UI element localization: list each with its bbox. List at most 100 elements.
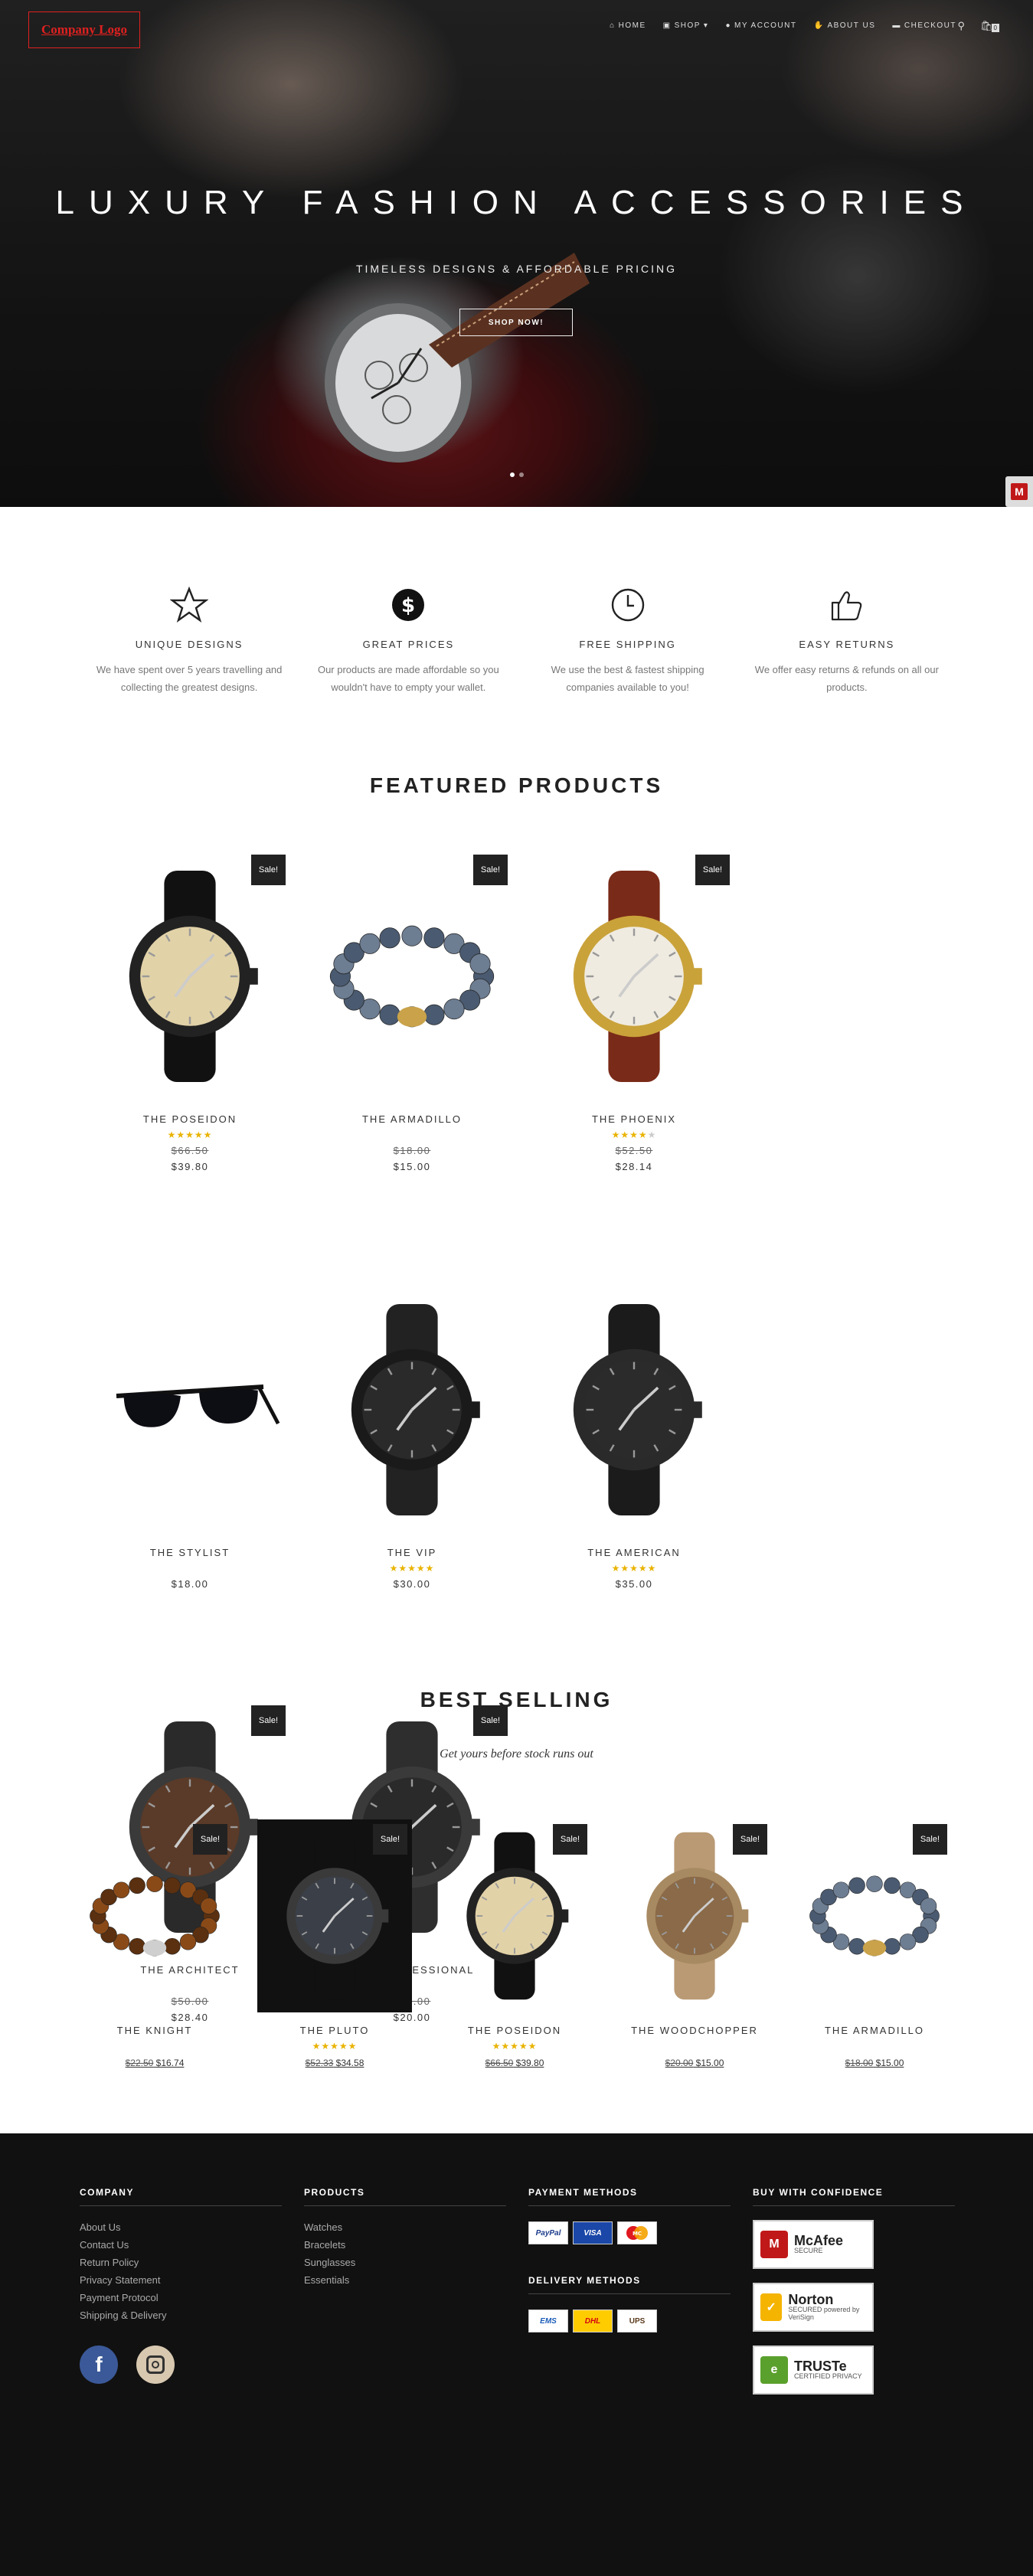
product-card[interactable]: Sale! THE WOODCHOPPER $20.00 $15.00 [617, 1819, 772, 2068]
trust-badges: M McAfee SECURE ✓ Norton SECURED powered by V… [753, 2220, 955, 2395]
nav-checkout[interactable]: ▬ CHECKOUT [892, 21, 956, 30]
product-image-wrap[interactable] [90, 1283, 290, 1536]
product-name[interactable]: THE POSEIDON [79, 1113, 301, 1125]
company-logo[interactable]: Company Logo [28, 11, 140, 48]
product-card[interactable]: Sale! THE POSEIDON ★★★★★ $66.50 $39.80 [79, 850, 301, 1172]
trust-badge-subtitle: SECURED powered by VeriSign [788, 2306, 860, 2321]
trust-badge[interactable]: ✓ Norton SECURED powered by VeriSign [753, 2283, 874, 2332]
star-icon: ★ [425, 1563, 435, 1574]
sale-badge: Sale! [912, 1824, 947, 1855]
best-selling-title: BEST SELLING [420, 1688, 613, 1711]
footer-link[interactable]: Payment Protocol [80, 2289, 282, 2306]
product-price: $30.00 [393, 1578, 431, 1590]
home-icon: ⌂ [610, 21, 616, 30]
product-image-wrap[interactable]: Sale! [617, 1819, 772, 2012]
rating-stars [301, 1129, 523, 1140]
product-name[interactable]: THE POSEIDON [437, 2025, 592, 2036]
product-old-price: $66.50 [171, 1145, 209, 1156]
mcafee-floating-tab[interactable]: M [1005, 476, 1033, 507]
product-image-wrap[interactable] [534, 1283, 734, 1536]
product-name[interactable]: THE WOODCHOPPER [617, 2025, 772, 2036]
star-icon: ★ [389, 1563, 399, 1574]
footer-link[interactable]: Privacy Statement [80, 2271, 282, 2289]
product-image-wrap[interactable]: Sale! [534, 850, 734, 1103]
product-name[interactable]: THE VIP [301, 1547, 523, 1558]
visa-logo: VISA [573, 2221, 613, 2244]
footer-link[interactable]: Contact Us [80, 2236, 282, 2254]
footer-link[interactable]: Watches [304, 2218, 506, 2236]
footer-link[interactable]: Sunglasses [304, 2254, 506, 2271]
product-card[interactable]: THE AMERICAN ★★★★★ $35.00 [523, 1283, 745, 1701]
thumb-icon: ✋ [813, 21, 825, 30]
star-icon: ★ [492, 2041, 502, 2051]
product-image-wrap[interactable]: Sale! [312, 850, 512, 1103]
product-card[interactable]: Sale! THE KNIGHT $22.50 $16.74 [77, 1819, 232, 2068]
facebook-icon[interactable]: f [80, 2346, 118, 2384]
product-price-line: $22.50 $16.74 [77, 2058, 232, 2068]
product-image-wrap[interactable]: Sale! [797, 1819, 952, 2012]
svg-text:$: $ [401, 594, 415, 617]
nav-my-account[interactable]: ● MY ACCOUNT [725, 21, 796, 30]
product-name[interactable]: THE PHOENIX [523, 1113, 745, 1125]
footer-link[interactable]: Essentials [304, 2271, 506, 2289]
product-price: $28.14 [615, 1161, 653, 1172]
footer-link[interactable]: Return Policy [80, 2254, 282, 2271]
star-icon: ★ [611, 1129, 621, 1140]
trust-badge[interactable]: e TRUSTe CERTIFIED PRIVACY [753, 2346, 874, 2395]
product-name[interactable]: THE STYLIST [79, 1547, 301, 1558]
product-price-line: $18.00 $15.00 [797, 2058, 952, 2068]
product-card[interactable]: Sale! THE ARMADILLO $18.00 $15.00 [797, 1819, 952, 2068]
cart-button[interactable]: 🛍0 [980, 20, 999, 32]
trust-badge[interactable]: M McAfee SECURE [753, 2220, 874, 2269]
search-icon[interactable]: ⚲ [958, 20, 966, 32]
product-name[interactable]: THE AMERICAN [523, 1547, 745, 1558]
product-name[interactable]: THE KNIGHT [77, 2025, 232, 2036]
product-card[interactable]: Sale! THE ARMADILLO $18.00 $15.00 [301, 850, 523, 1172]
user-icon: ● [725, 21, 731, 30]
product-image-wrap[interactable]: Sale! [77, 1819, 232, 2012]
rating-stars [617, 2041, 772, 2051]
product-price: $39.80 [513, 2058, 544, 2068]
sale-badge: Sale! [552, 1824, 587, 1855]
slider-dot[interactable] [519, 472, 524, 477]
product-image-wrap[interactable]: Sale! [90, 850, 290, 1103]
payment-methods: PayPal VISA MC [528, 2221, 731, 2244]
product-price: $15.00 [693, 2058, 724, 2068]
product-card[interactable]: THE VIP ★★★★★ $30.00 [301, 1283, 523, 1701]
slider-dots [510, 472, 524, 477]
instagram-icon[interactable] [136, 2346, 175, 2384]
nav-home[interactable]: ⌂ HOME [610, 21, 646, 30]
product-old-price: $18.00 [845, 2058, 874, 2068]
product-card[interactable]: Sale! THE PHOENIX ★★★★★ $52.50 $28.14 [523, 850, 745, 1172]
rating-stars [797, 2041, 952, 2051]
feature-title: UNIQUE DESIGNS [135, 639, 244, 650]
product-card[interactable]: THE STYLIST $18.00 [79, 1283, 301, 1590]
nav-about-label: ABOUT US [827, 21, 876, 30]
product-image [351, 1304, 480, 1515]
product-image-wrap[interactable] [312, 1283, 512, 1536]
shop-now-button[interactable]: SHOP NOW! [459, 309, 573, 336]
trust-badge-text: Norton SECURED powered by VeriSign [788, 2293, 866, 2321]
footer-link[interactable]: Bracelets [304, 2236, 506, 2254]
trust-badge-title: McAfee [794, 2233, 844, 2248]
footer-confidence-title: BUY WITH CONFIDENCE [753, 2187, 955, 2206]
footer-link[interactable]: About Us [80, 2218, 282, 2236]
footer-link[interactable]: Shipping & Delivery [80, 2306, 282, 2324]
delivery-methods: EMS DHL UPS [528, 2310, 731, 2332]
product-card[interactable]: Sale! THE PLUTO ★★★★★ $52.33 $34.58 [257, 1819, 412, 2068]
star-icon: ★ [620, 1563, 630, 1574]
product-card[interactable]: Sale! THE POSEIDON ★★★★★ $66.50 $39.80 [437, 1819, 592, 2068]
footer-product-links: Watches Bracelets Sunglasses Essentials [304, 2218, 506, 2289]
product-name[interactable]: THE PLUTO [257, 2025, 412, 2036]
slider-dot[interactable] [510, 472, 515, 477]
rating-stars: ★★★★★ [257, 2041, 412, 2051]
star-icon: ★ [518, 2041, 528, 2051]
nav-about-us[interactable]: ✋ ABOUT US [813, 21, 875, 30]
nav-shop[interactable]: ▣ SHOP ▾ [663, 21, 709, 30]
product-name[interactable]: THE ARMADILLO [797, 2025, 952, 2036]
trust-badge-text: McAfee SECURE [794, 2234, 843, 2254]
product-image-wrap[interactable]: Sale! [257, 1819, 412, 2012]
product-image-wrap[interactable]: Sale! [437, 1819, 592, 2012]
product-name[interactable]: THE ARMADILLO [301, 1113, 523, 1125]
chevron-down-icon: ▾ [703, 21, 709, 30]
